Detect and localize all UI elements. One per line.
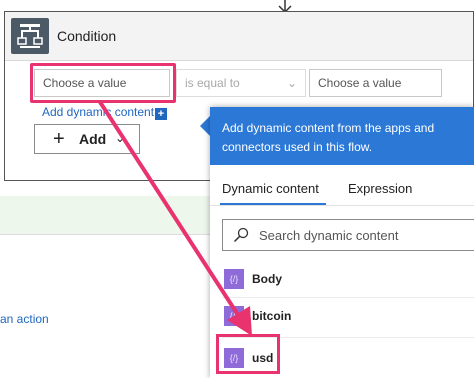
operator-select[interactable]: is equal to ⌄ [176, 69, 306, 97]
condition-card-header[interactable]: Condition [5, 12, 473, 61]
highlight-box [216, 334, 280, 374]
list-item-label: bitcoin [252, 309, 292, 323]
plus-icon[interactable]: + [155, 108, 167, 120]
search-box[interactable]: Search dynamic content [222, 219, 474, 251]
divider [222, 297, 474, 298]
next-step-band [0, 196, 210, 234]
highlight-box [30, 63, 176, 103]
tab-expression[interactable]: Expression [348, 181, 412, 196]
search-input[interactable]: Search dynamic content [259, 228, 398, 243]
panel-pointer [200, 116, 210, 136]
list-item-bitcoin[interactable]: {/} bitcoin [222, 299, 474, 333]
plus-icon: + [53, 128, 65, 150]
add-dynamic-content-link[interactable]: Add dynamic content [42, 105, 154, 119]
add-button-label: Add [79, 131, 107, 147]
panel-header-text: Add dynamic content from the apps and co… [222, 121, 435, 154]
add-action-link[interactable]: an action [0, 312, 49, 326]
condition-title: Condition [57, 28, 117, 44]
expression-icon: {/} [224, 269, 244, 289]
list-item-label: Body [252, 272, 282, 286]
panel-header: Add dynamic content from the apps and co… [210, 107, 474, 165]
expression-icon: {/} [224, 306, 244, 326]
chevron-down-icon: ⌄ [286, 76, 297, 90]
condition-icon [11, 18, 49, 54]
add-button[interactable]: + Add ⌄ [34, 124, 140, 154]
divider [210, 205, 474, 206]
search-icon [233, 227, 249, 243]
divider [0, 234, 210, 235]
chevron-down-icon: ⌄ [115, 131, 126, 145]
right-value-input[interactable]: Choose a value [309, 69, 442, 97]
tab-dynamic-content[interactable]: Dynamic content [222, 181, 319, 196]
list-item-body[interactable]: {/} Body [222, 262, 474, 296]
operator-label: is equal to [185, 76, 240, 90]
